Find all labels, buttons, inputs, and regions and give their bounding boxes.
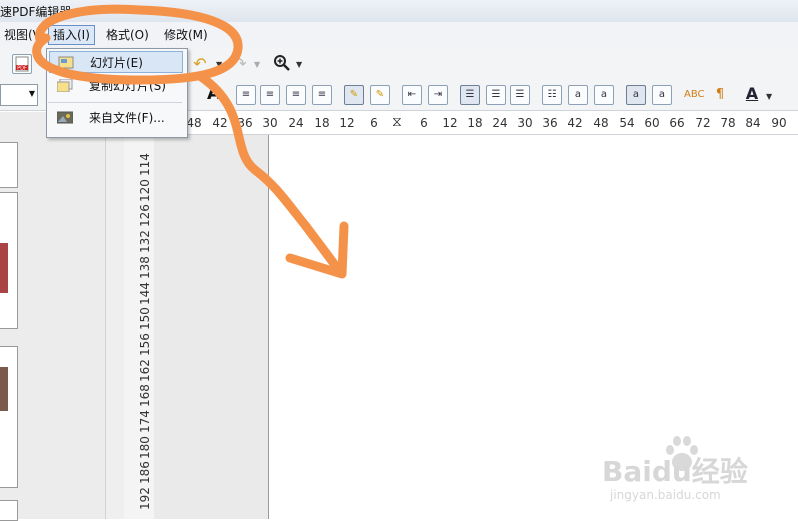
annotation-circle [32,4,243,85]
annotation-overlay [32,4,349,279]
annotation-arrow-shaft [195,71,345,277]
